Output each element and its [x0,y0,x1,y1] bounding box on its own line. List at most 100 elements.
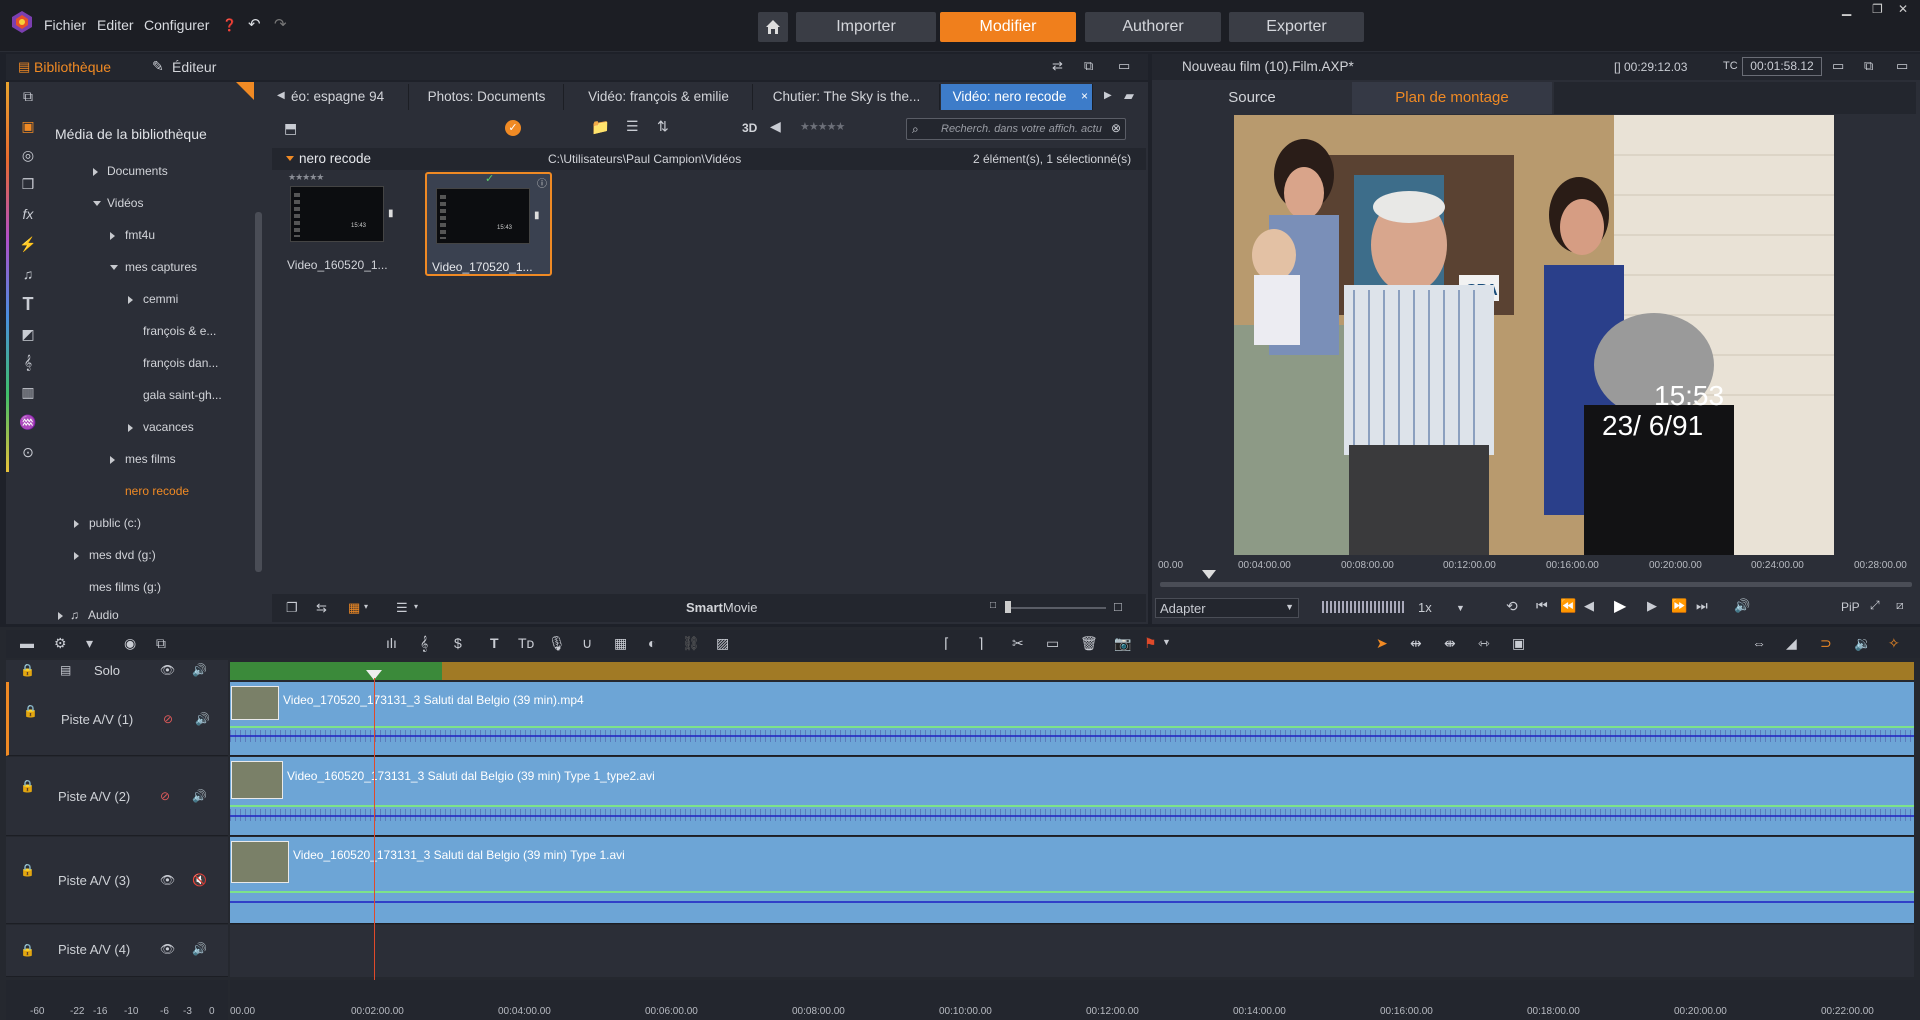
media-icon[interactable]: ▣ [16,118,40,135]
search-input[interactable]: ⌕ Recherch. dans votre affich. actu ⊗ [906,118,1126,140]
tree-scrollbar[interactable] [255,212,262,572]
track-header-3[interactable]: 🔒 Piste A/V (3) 👁 🔇 [6,837,228,924]
track-options-icon[interactable]: ▾ [86,635,93,652]
scorefitter-icon[interactable]: 𝄞 [16,354,40,371]
rating-filter-icon[interactable]: ★★★★★ [800,120,845,133]
disc-icon[interactable]: ⊙ [16,444,40,461]
smartmovie-button[interactable]: SmartMovie [686,600,758,615]
help-icon[interactable]: ❓ [222,18,237,32]
tree-item-mes-films-g[interactable]: mes films (g:) [89,580,161,594]
minimize-icon[interactable]: ▁ [1842,2,1851,16]
chart-icon[interactable]: ▨ [716,635,729,652]
scrub-icon[interactable]: ◢ [1786,635,1797,652]
projects-icon[interactable]: ⧉ [16,88,40,105]
grid-view-icon[interactable]: ▦ [348,600,360,616]
tree-item-documents[interactable]: Documents [107,164,168,178]
close-icon[interactable]: ✕ [1898,2,1908,16]
tab-library[interactable]: Bibliothèque [34,59,111,75]
lock-icon[interactable]: 🔒 [20,779,35,793]
collapse-icon[interactable] [93,201,101,206]
speaker-icon[interactable]: 🔊 [192,663,207,677]
expand-icon[interactable] [93,168,98,176]
mark-in-icon[interactable]: ⌈ [944,635,949,652]
search-clear-icon[interactable]: ⊗ [1111,121,1121,135]
gear-icon[interactable]: ⚙ [54,635,67,652]
tree-item-gala[interactable]: gala saint-gh... [143,388,222,402]
color-icon[interactable]: ◐ [648,635,656,651]
scrub-bar[interactable] [1160,582,1912,587]
zoom-fit-icon[interactable]: ⇔ [1752,635,1766,651]
effects-icon[interactable]: fx [16,206,40,222]
grid-icon[interactable]: ▦ [614,635,627,652]
tab-source[interactable]: Source [1152,82,1352,114]
redo-icon[interactable]: ↷ [274,15,287,33]
layout-icon[interactable]: ▭ [1118,58,1130,74]
fullscreen-icon[interactable]: ▭ [1832,58,1844,74]
lock-icon[interactable]: 🔒 [20,863,35,877]
exporter-button[interactable]: Exporter [1229,12,1364,42]
copy-icon[interactable]: ❐ [286,600,298,616]
tab-francois-emilie[interactable]: Vidéo: françois & emilie [565,84,753,110]
tag-icon[interactable]: ◀ [770,118,781,135]
tab-editor[interactable]: Éditeur [172,59,216,75]
slider-handle[interactable] [1005,601,1011,613]
disc-icon[interactable]: ◉ [124,635,136,652]
popout-icon[interactable]: ⧉ [1864,58,1873,74]
timecode-field[interactable]: 00:01:58.12 [1742,57,1822,76]
slip-icon[interactable]: ⇼ [1444,635,1456,652]
tab-add-icon[interactable]: ▰ [1124,88,1134,104]
title-icon[interactable]: T [16,294,40,315]
importer-button[interactable]: Importer [796,12,936,42]
transitions-icon[interactable]: ⚡ [16,236,40,253]
snapshot-icon[interactable]: 📷 [1114,635,1131,652]
empty-track-4[interactable] [230,925,1914,977]
title-icon[interactable]: T [490,635,499,651]
modifier-button[interactable]: Modifier [940,12,1076,42]
speaker-icon[interactable]: 🔊 [195,712,210,726]
crop-icon[interactable]: ⧄ [1896,598,1904,613]
go-start-icon[interactable]: ⏮ [1536,598,1548,614]
montage-icon[interactable]: ◩ [16,326,40,343]
trash-icon[interactable]: 🗑 [1080,635,1098,652]
tree-item-nero-recode[interactable]: nero recode [125,484,189,498]
go-end-icon[interactable]: ⏭ [1696,598,1708,614]
swap-icon[interactable]: ⇄ [1052,58,1063,74]
roll-icon[interactable]: ▣ [1512,635,1525,652]
pip-button[interactable]: PiP [1841,600,1860,614]
tab-espagne[interactable]: éo: espagne 94 [287,84,409,110]
speaker-icon[interactable]: 🔊 [192,789,207,803]
timeline-playhead[interactable] [374,678,375,1020]
tree-item-public[interactable]: public (c:) [89,516,141,530]
pin-corner-icon[interactable] [236,82,254,100]
expand-icon[interactable] [74,520,79,528]
menu-fichier[interactable]: Fichier [44,17,86,33]
filter-check-icon[interactable]: ✓ [505,120,521,136]
thumb-size-slider[interactable] [1006,607,1106,609]
audio-mixer-icon[interactable]: ılı [386,635,397,651]
collections-icon[interactable]: ❒ [16,176,40,193]
details-icon[interactable]: ☰ [396,600,408,616]
dropdown-icon[interactable]: ▾ [414,602,418,611]
loop-icon[interactable]: ⟲ [1506,598,1518,615]
expand-icon[interactable] [74,552,79,560]
clip-track-3[interactable]: Video_160520_173131_3 Saluti dal Belgio … [230,837,1914,924]
expand-icon[interactable] [128,296,133,304]
info-icon[interactable]: ⓘ [537,175,547,190]
prev-frame-icon[interactable]: ⏪ [1560,598,1576,614]
restore-icon[interactable]: ❐ [1872,2,1883,16]
tree-item-audio[interactable]: Audio [88,608,119,622]
step-back-icon[interactable]: ◀ [1584,598,1594,614]
audio-scrub-icon[interactable]: 🔉 [1854,635,1871,652]
speaker-icon[interactable]: 🔊 [192,942,207,956]
sync-icon[interactable]: ⇆ [316,600,327,616]
slide-icon[interactable]: ⇿ [1478,635,1490,652]
volume-line[interactable] [230,891,1914,893]
expand-icon[interactable] [110,456,115,464]
eye-hidden-icon[interactable]: ⊘ [163,712,173,726]
disc-menu-icon[interactable]: ◎ [16,147,40,164]
expand-icon[interactable] [128,424,133,432]
folder-collapse-icon[interactable] [286,156,294,161]
player-playhead[interactable] [1202,570,1216,579]
eye-hidden-icon[interactable]: ⊘ [160,789,170,803]
collapse-icon[interactable] [110,265,118,270]
